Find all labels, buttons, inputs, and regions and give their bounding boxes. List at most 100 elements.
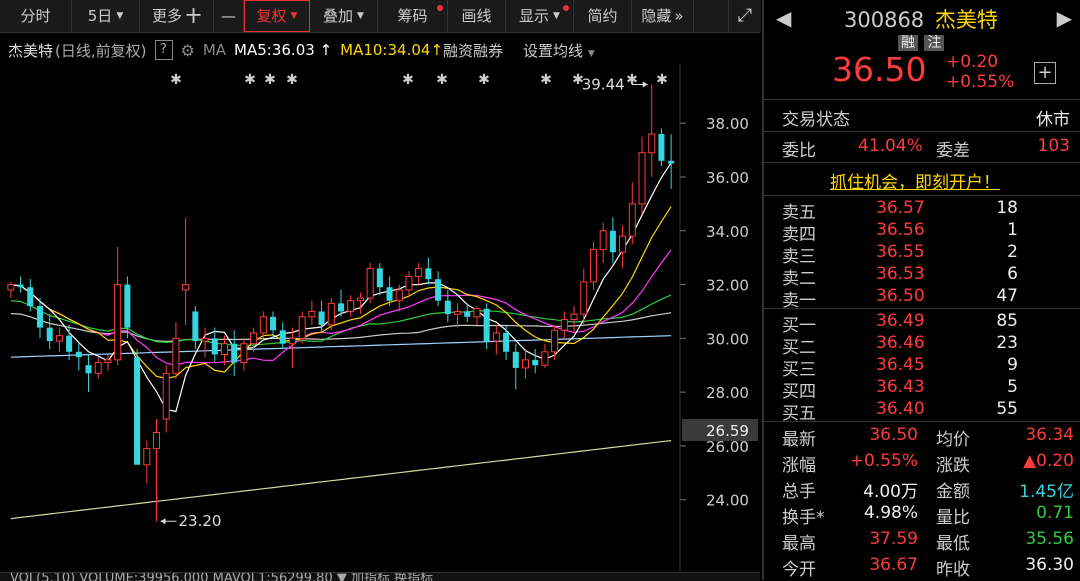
plus-icon: 十 — [186, 7, 202, 25]
event-marker-icon: ✱ — [244, 72, 256, 88]
level-price: 36.55 — [876, 242, 925, 262]
candle-body — [619, 235, 627, 253]
candle-body — [211, 338, 218, 355]
candle-body — [638, 152, 646, 205]
event-marker-icon: ✱ — [626, 72, 638, 88]
ma-settings-link[interactable]: 设置均线 ▼ — [523, 40, 595, 61]
candle-body — [220, 343, 228, 355]
toolbar-button-label: 隐藏 — [641, 7, 672, 25]
candle-body — [425, 268, 432, 280]
y-tick-label: 30.00 — [706, 330, 749, 348]
stat-value: 35.56 — [1025, 529, 1074, 549]
low-price-label: 23.20 — [179, 512, 222, 530]
toolbar-button-label: — — [221, 7, 236, 25]
gear-icon[interactable]: ⚙ — [181, 41, 195, 60]
candle-body — [27, 287, 34, 307]
candle-body — [386, 287, 393, 301]
stat-value: 36.67 — [869, 555, 918, 575]
stat-label: 量比 — [936, 508, 970, 528]
candle-body — [521, 359, 530, 369]
toolbar-button-4[interactable]: 复权 ▼ — [244, 0, 310, 32]
candle-body — [327, 302, 335, 326]
open-account-promo[interactable]: 抓住机会，即刻开户！ — [830, 168, 1000, 193]
candlestick-chart[interactable]: 38.0036.0034.0032.0030.0028.0026.0024.00… — [0, 64, 760, 572]
candle-body — [589, 249, 597, 283]
last-price: 36.50 — [832, 50, 927, 89]
candle-body — [250, 332, 258, 345]
candle-body — [560, 319, 568, 331]
ma-label[interactable]: MA — [203, 41, 226, 59]
level-price: 36.57 — [876, 198, 925, 218]
candle-body — [36, 306, 43, 328]
stock-title: 300868 杰美特 — [844, 4, 998, 34]
candle-body — [17, 284, 24, 288]
level-price: 36.43 — [876, 377, 925, 397]
event-marker-icon: ✱ — [402, 72, 414, 88]
toolbar-button-8[interactable]: 显示 ▼ — [506, 0, 574, 32]
candle-body — [201, 337, 209, 342]
toolbar-button-10[interactable]: 隐藏» — [632, 0, 694, 32]
caret-down-icon: ▼ — [290, 11, 298, 21]
candle-body — [570, 313, 578, 321]
candle-body — [532, 359, 539, 366]
toolbar-button-6[interactable]: 筹码 — [378, 0, 448, 32]
stat-value: 37.59 — [869, 529, 918, 549]
candle-body — [94, 362, 102, 374]
level-volume: 9 — [1007, 355, 1018, 375]
level-volume: 23 — [996, 333, 1018, 353]
notification-dot — [563, 5, 569, 11]
add-watchlist-button[interactable]: + — [1034, 62, 1056, 84]
expand-icon[interactable]: ⤢ — [728, 0, 761, 32]
ma5-line — [10, 162, 672, 413]
level-price: 36.49 — [876, 311, 925, 331]
toolbar-button-9[interactable]: 简约 — [574, 0, 632, 32]
candle-body — [376, 268, 383, 288]
candle-body — [599, 230, 607, 251]
stat-value: 1.45亿 — [1019, 482, 1074, 502]
candle-body — [444, 300, 451, 315]
toolbar-button-0[interactable]: 分时 — [0, 0, 72, 32]
candle-body — [259, 316, 267, 334]
toolbar-button-2[interactable]: 更多十 — [140, 0, 214, 32]
candle-body — [298, 316, 306, 339]
finance-link[interactable]: 融资融券 — [443, 40, 503, 61]
candle-body — [356, 297, 364, 302]
indicator-infobar: 杰美特 (日线,前复权) ? ⚙ MA MA5:36.03 ↑ MA10:34.… — [0, 36, 760, 64]
stat-value: ▲0.20 — [1023, 451, 1074, 471]
stat-value: +0.55% — [849, 451, 918, 471]
toolbar-button-5[interactable]: 叠加 ▼ — [310, 0, 378, 32]
candle-body — [66, 335, 73, 352]
level-volume: 47 — [996, 286, 1018, 306]
toolbar-button-1[interactable]: 5日 ▼ — [72, 0, 140, 32]
chevron-right-icon: » — [674, 7, 684, 25]
candle-body — [580, 281, 588, 315]
toolbar-button-3[interactable]: — — [214, 0, 244, 32]
current-price-label: 26.59 — [706, 422, 749, 440]
stat-value: 36.50 — [869, 425, 918, 445]
ratio-value: 41.04% — [858, 136, 923, 156]
ma10-value: MA10:34.04↑ — [340, 41, 444, 59]
candle-body — [512, 351, 519, 368]
toolbar-button-7[interactable]: 画线 — [448, 0, 506, 32]
toolbar-button-label: 画线 — [461, 7, 492, 25]
candle-body — [668, 160, 675, 164]
event-marker-icon: ✱ — [572, 72, 584, 88]
stat-label: 涨跌 — [936, 456, 970, 476]
stat-label: 最低 — [936, 534, 970, 554]
prev-stock-arrow[interactable]: ◀ — [776, 6, 791, 30]
stat-label: 总手 — [782, 482, 816, 502]
stock-name: 杰美特 — [8, 41, 54, 60]
candle-body — [182, 284, 190, 291]
stat-value: 4.98% — [863, 503, 918, 523]
event-marker-icon: ✱ — [656, 72, 668, 88]
event-marker-icon: ✱ — [478, 72, 490, 88]
toolbar-button-label: 叠加 — [323, 7, 354, 25]
candle-body — [628, 203, 636, 237]
diff-value: 103 — [1037, 136, 1070, 156]
help-icon[interactable]: ? — [154, 40, 173, 60]
stat-label: 均价 — [936, 430, 970, 450]
stat-label: 涨幅 — [782, 456, 816, 476]
next-stock-arrow[interactable]: ▶ — [1057, 6, 1072, 30]
event-marker-icon: ✱ — [264, 72, 276, 88]
candle-body — [464, 311, 471, 317]
